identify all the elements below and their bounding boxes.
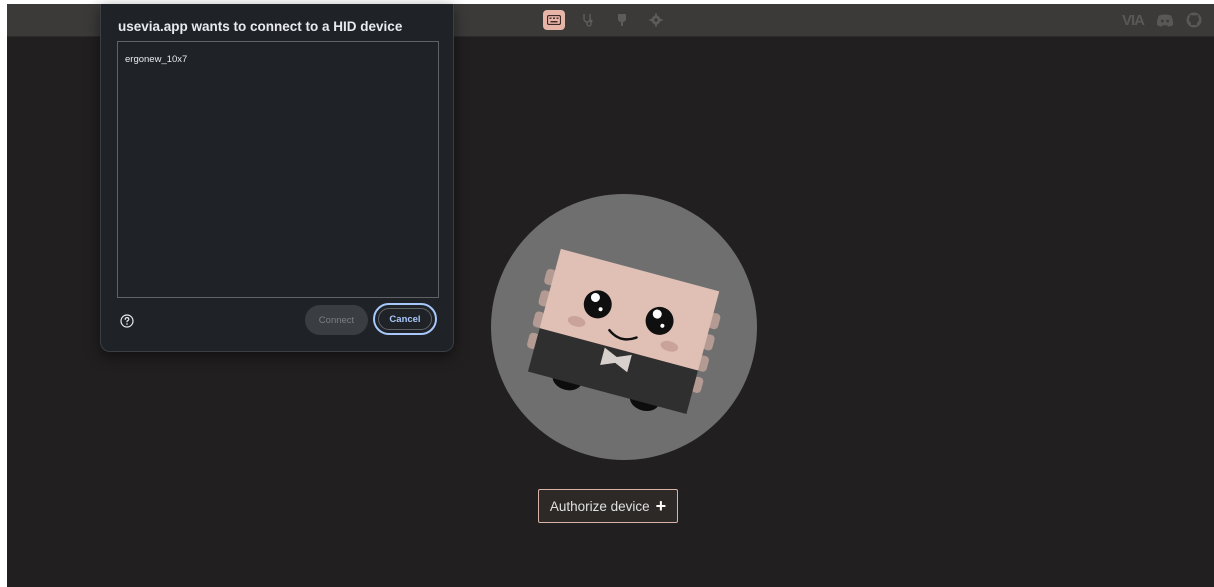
nav-test-button[interactable] [577, 10, 599, 30]
nav-configure-button[interactable] [543, 10, 565, 30]
cancel-button[interactable]: Cancel [373, 303, 437, 335]
cancel-button-label: Cancel [389, 313, 421, 325]
authorize-device-button[interactable]: Authorize device + [538, 489, 678, 523]
via-logo: VIA [1121, 11, 1145, 29]
nav-settings-button[interactable] [645, 10, 667, 30]
connect-button[interactable]: Connect [305, 305, 368, 335]
settings-icon [649, 13, 663, 27]
hid-connect-dialog: usevia.app wants to connect to a HID dev… [100, 4, 454, 352]
keyboard-mascot-illustration [491, 194, 757, 460]
external-links: VIA [1122, 11, 1202, 29]
main-nav [543, 10, 667, 30]
plus-icon: + [655, 496, 667, 516]
device-list[interactable]: ergonew_10x7 [117, 41, 439, 298]
discord-icon[interactable] [1156, 14, 1174, 27]
authorize-device-label: Authorize device [549, 498, 650, 514]
stethoscope-icon [583, 14, 593, 27]
github-icon[interactable] [1186, 12, 1202, 28]
device-list-item[interactable]: ergonew_10x7 [125, 54, 187, 65]
keyboard-icon [547, 15, 561, 25]
dialog-title: usevia.app wants to connect to a HID dev… [118, 19, 403, 34]
help-icon[interactable] [120, 314, 134, 328]
design-icon [618, 14, 626, 26]
nav-design-button[interactable] [611, 10, 633, 30]
